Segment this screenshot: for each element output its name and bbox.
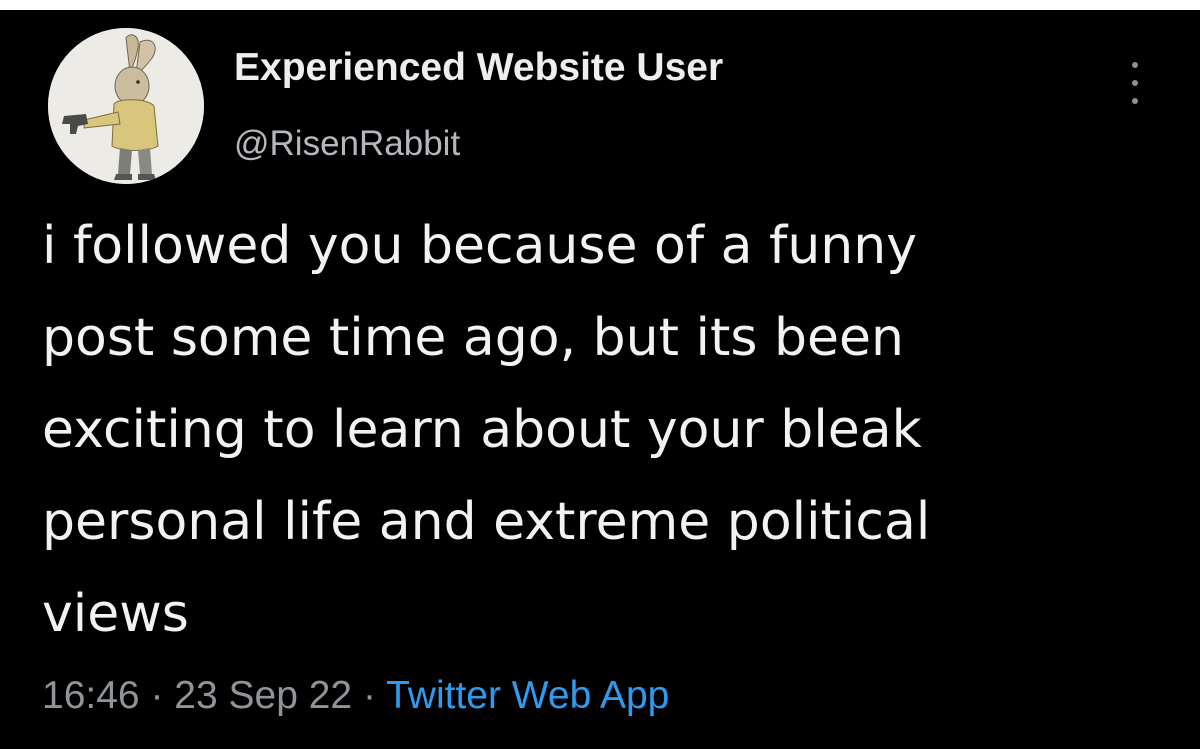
tweet-time[interactable]: 16:46: [42, 674, 140, 717]
display-name[interactable]: Experienced Website User: [234, 46, 723, 90]
avatar[interactable]: [48, 28, 204, 184]
tweet-text-line: personal life and extreme political: [42, 492, 931, 552]
rabbit-avatar-icon: [48, 28, 204, 184]
tweet-text-line: exciting to learn about your bleak: [42, 400, 922, 460]
user-handle[interactable]: @RisenRabbit: [234, 124, 460, 164]
tweet-text-line: post some time ago, but its been: [42, 308, 904, 368]
separator: ·: [362, 674, 376, 717]
separator: ·: [150, 674, 164, 717]
tweet-card: Experienced Website User @RisenRabbit i …: [0, 10, 1200, 749]
more-options-icon[interactable]: [1124, 58, 1146, 110]
tweet-date[interactable]: 23 Sep 22: [174, 674, 352, 717]
tweet-source-link[interactable]: Twitter Web App: [386, 674, 669, 717]
tweet-metadata: 16:46 · 23 Sep 22 · Twitter Web App: [42, 674, 669, 718]
tweet-text: i followed you because of a funny post s…: [42, 200, 1162, 660]
tweet-text-line: i followed you because of a funny: [42, 216, 917, 276]
tweet-text-line: views: [42, 584, 189, 644]
